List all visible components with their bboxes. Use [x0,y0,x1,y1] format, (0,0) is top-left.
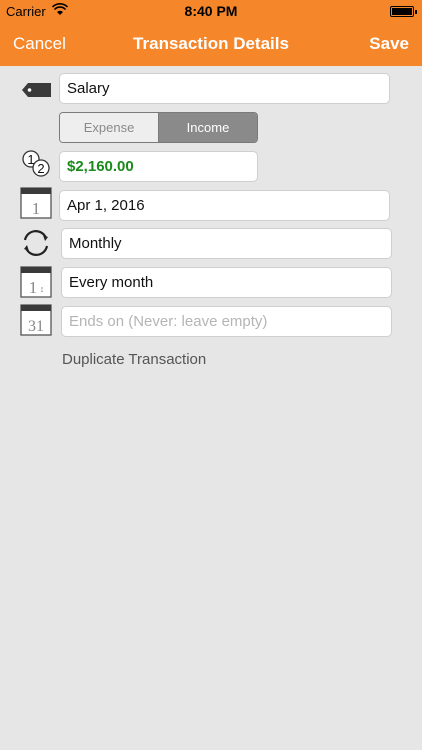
end-date-field[interactable]: Ends on (Never: leave empty) [61,306,392,337]
battery-icon [390,6,417,17]
repeat-icon [23,230,49,256]
calendar-day-31-label: 31 [28,318,44,335]
page-title: Transaction Details [133,34,289,53]
navigation-bar: Cancel Transaction Details Save [0,22,422,66]
end-date-calendar-icon: 31 [20,304,52,336]
interval-calendar-icon: 1 ↕ [20,266,52,298]
status-time: 8:40 PM [184,3,238,19]
svg-text:1: 1 [29,278,38,297]
svg-text:↕: ↕ [40,284,45,294]
date-field[interactable]: Apr 1, 2016 [59,190,390,221]
amount-field[interactable]: $2,160.00 [59,151,258,182]
type-segmented-control[interactable]: Expense Income [59,112,258,143]
numbers-icon: 1 2 [22,150,50,177]
save-button[interactable]: Save [369,34,409,54]
frequency-field[interactable]: Monthly [61,228,392,259]
calendar-icon: 1 [20,187,52,219]
tag-icon [22,83,51,97]
interval-field[interactable]: Every month [61,267,392,298]
duplicate-transaction-button[interactable]: Duplicate Transaction [62,351,206,368]
svg-text:2: 2 [37,161,44,176]
name-field[interactable]: Salary [59,73,390,104]
calendar-day-label: 1 [32,199,41,218]
expense-segment[interactable]: Expense [60,113,158,142]
income-segment[interactable]: Income [158,113,257,142]
status-bar: Carrier 8:40 PM [0,0,422,22]
